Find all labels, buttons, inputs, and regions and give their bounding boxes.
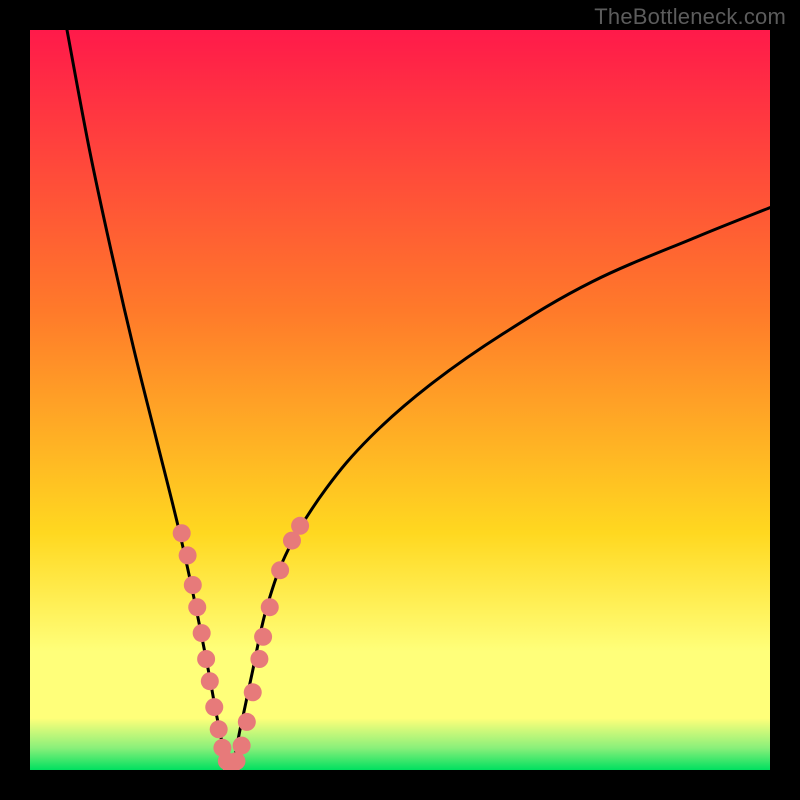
data-point (173, 524, 191, 542)
gradient-background (30, 30, 770, 770)
data-point (233, 737, 251, 755)
bottleneck-chart (30, 30, 770, 770)
data-point (197, 650, 215, 668)
data-point (254, 628, 272, 646)
data-point (179, 546, 197, 564)
data-point (201, 672, 219, 690)
data-point (210, 720, 228, 738)
data-point (244, 683, 262, 701)
data-point (205, 698, 223, 716)
data-point (238, 713, 256, 731)
chart-frame: TheBottleneck.com (0, 0, 800, 800)
data-point (271, 561, 289, 579)
data-point (250, 650, 268, 668)
plot-area (30, 30, 770, 770)
data-point (184, 576, 202, 594)
watermark-text: TheBottleneck.com (594, 4, 786, 30)
data-point (193, 624, 211, 642)
data-point (188, 598, 206, 616)
data-point (261, 598, 279, 616)
data-point (227, 752, 245, 770)
data-point (291, 517, 309, 535)
